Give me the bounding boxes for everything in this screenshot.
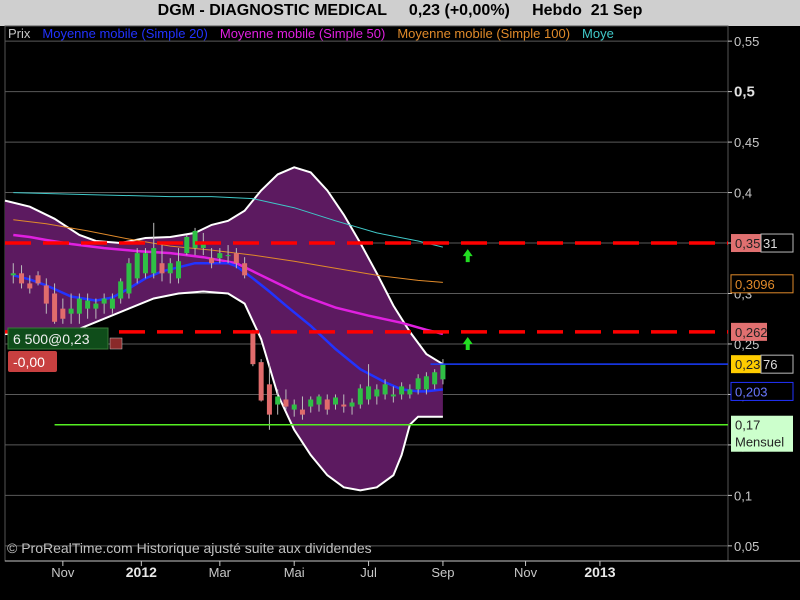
candle-body [60, 308, 66, 319]
candle-body [291, 404, 297, 410]
copyright-text: © ProRealTime.com Historique ajusté suit… [7, 540, 372, 556]
y-tick-label: 0,1 [734, 488, 752, 503]
x-tick-label: 2012 [126, 564, 157, 580]
x-tick-label: 2013 [584, 564, 615, 580]
candle-body [52, 293, 58, 322]
y-tick-label: 0,55 [734, 34, 759, 49]
price-chart[interactable]: 0,550,50,450,40,350,30,250,20,150,10,050… [0, 0, 800, 600]
candle-body [242, 263, 248, 276]
candle-body [192, 230, 198, 249]
candle-body [299, 409, 305, 415]
candle-body [167, 263, 173, 274]
candle-body [432, 372, 438, 385]
candle-body [275, 396, 281, 405]
candle-body [374, 389, 380, 397]
candle-body [333, 397, 339, 405]
level-suffix: 31 [763, 236, 777, 251]
legend-entry: Moyenne mobile (Simple 20) [42, 26, 207, 41]
legend-entry: Moyenne mobile (Simple 100) [397, 26, 570, 41]
level-label: 0,23 [735, 357, 760, 372]
candle-body [27, 283, 33, 289]
candle-body [349, 402, 355, 407]
candle-body [35, 275, 41, 284]
x-tick-label: Nov [51, 565, 75, 580]
x-tick-label: Jul [360, 565, 377, 580]
y-tick-label: 0,05 [734, 539, 759, 554]
candle-body [109, 298, 115, 309]
candle-body [233, 253, 239, 264]
candle-body [382, 384, 388, 395]
y-tick-label: 0,4 [734, 186, 752, 201]
order-text: 6 500@0,23 [13, 331, 90, 347]
candle-body [357, 388, 363, 405]
candle-body [10, 273, 16, 276]
legend-entry: Moye [582, 26, 614, 41]
candle-body [118, 281, 124, 299]
candle-body [184, 236, 190, 254]
candle-body [423, 376, 429, 390]
x-tick-label: Mai [284, 565, 305, 580]
candle-body [76, 298, 82, 314]
candle-body [250, 331, 256, 365]
candle-body [225, 255, 231, 257]
level-suffix: 76 [763, 357, 777, 372]
candle-body [366, 386, 372, 400]
candle-body [101, 298, 107, 304]
level-sub-label: Mensuel [735, 435, 784, 450]
level-label: 0,35 [735, 236, 760, 251]
candle-body [134, 253, 140, 279]
candle-body [85, 300, 91, 309]
candle-body [258, 362, 264, 401]
candle-body [151, 248, 157, 274]
candle-body [159, 263, 165, 274]
candle-body [324, 399, 330, 410]
y-tick-label: 0,5 [734, 84, 755, 101]
candle-body [217, 253, 223, 259]
candle-body [43, 285, 49, 304]
candle-body [316, 396, 322, 405]
candle-body [176, 261, 182, 279]
x-tick-label: Nov [514, 565, 538, 580]
x-tick-label: Mar [209, 565, 232, 580]
candle-body [68, 308, 74, 314]
candle-body [399, 386, 405, 395]
candle-body [93, 303, 99, 309]
chart-window: DGM - DIAGNOSTIC MEDICAL 0,23 (+0,00%) H… [0, 0, 800, 600]
level-label: 0,17 [735, 418, 760, 433]
x-tick-label: Sep [431, 565, 454, 580]
value-label: 0,203 [735, 384, 768, 399]
candle-body [308, 399, 314, 407]
up-arrow-icon [462, 249, 473, 263]
legend-entry: Prix [8, 26, 31, 41]
candle-body [440, 364, 446, 380]
candle-body [283, 399, 289, 407]
candle-body [341, 404, 347, 407]
value-label: 0,3096 [735, 277, 775, 292]
candle-body [407, 389, 413, 395]
candle-body [209, 258, 215, 264]
level-label: 0,262 [735, 325, 768, 340]
up-arrow-icon [462, 336, 473, 350]
candle-body [19, 273, 25, 284]
pnl-text: -0,00 [13, 354, 45, 370]
candle-body [415, 378, 421, 390]
y-tick-label: 0,45 [734, 135, 759, 150]
candle-body [126, 263, 132, 294]
candle-body [266, 384, 272, 415]
legend-entry: Moyenne mobile (Simple 50) [220, 26, 385, 41]
candle-body [390, 394, 396, 397]
candle-body [142, 253, 148, 274]
close-order-icon[interactable] [109, 337, 123, 350]
